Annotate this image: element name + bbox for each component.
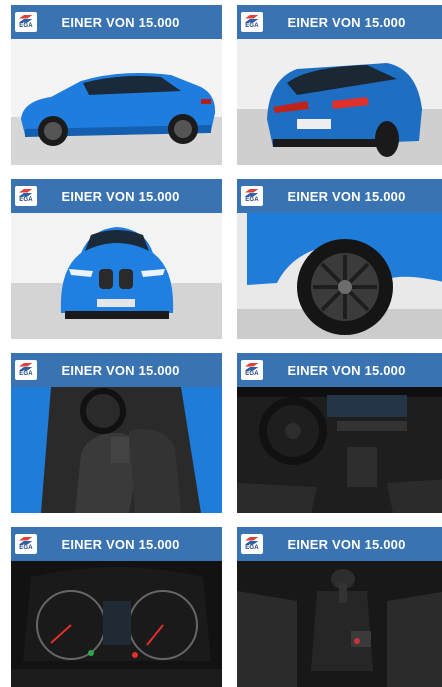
banner-text: EINER VON 15.000 (287, 362, 406, 378)
car-side-view-photo (11, 39, 222, 165)
interior-driver-seat-photo (11, 387, 222, 513)
gallery-tile-7[interactable]: EGA EINER VON 15.000 (11, 527, 222, 687)
instrument-cluster-photo (11, 561, 222, 687)
ega-logo-icon: EGA (241, 186, 263, 206)
gallery-tile-2[interactable]: EGA EINER VON 15.000 (237, 5, 442, 165)
ega-logo-icon: EGA (241, 534, 263, 554)
gallery-tile-3[interactable]: EGA EINER VON 15.000 (11, 179, 222, 339)
tile-banner: EGA EINER VON 15.000 (11, 179, 222, 213)
banner-text: EINER VON 15.000 (287, 14, 406, 30)
image-gallery: EGA EINER VON 15.000 EGA EINER VON 15.00… (0, 0, 442, 687)
tile-banner: EGA EINER VON 15.000 (237, 527, 442, 561)
gallery-tile-4[interactable]: EGA EINER VON 15.000 (237, 179, 442, 339)
ega-logo-icon: EGA (15, 534, 37, 554)
dashboard-steering-wheel-photo (237, 387, 442, 513)
ega-logo-icon: EGA (15, 186, 37, 206)
ega-logo-icon: EGA (241, 360, 263, 380)
gallery-tile-5[interactable]: EGA EINER VON 15.000 (11, 353, 222, 513)
banner-text: EINER VON 15.000 (287, 188, 406, 204)
banner-text: EINER VON 15.000 (287, 536, 406, 552)
gallery-tile-6[interactable]: EGA EINER VON 15.000 (237, 353, 442, 513)
gallery-tile-1[interactable]: EGA EINER VON 15.000 (11, 5, 222, 165)
banner-text: EINER VON 15.000 (61, 188, 180, 204)
gallery-tile-8[interactable]: EGA EINER VON 15.000 (237, 527, 442, 687)
car-front-view-photo (11, 213, 222, 339)
tile-banner: EGA EINER VON 15.000 (11, 527, 222, 561)
ega-logo-icon: EGA (15, 360, 37, 380)
tile-banner: EGA EINER VON 15.000 (237, 5, 442, 39)
tile-banner: EGA EINER VON 15.000 (11, 5, 222, 39)
gear-shifter-photo (237, 561, 442, 687)
wheel-closeup-photo (237, 213, 442, 339)
ega-logo-icon: EGA (15, 12, 37, 32)
car-rear-view-photo (237, 39, 442, 165)
banner-text: EINER VON 15.000 (61, 362, 180, 378)
banner-text: EINER VON 15.000 (61, 536, 180, 552)
ega-logo-icon: EGA (241, 12, 263, 32)
tile-banner: EGA EINER VON 15.000 (237, 179, 442, 213)
tile-banner: EGA EINER VON 15.000 (11, 353, 222, 387)
banner-text: EINER VON 15.000 (61, 14, 180, 30)
tile-banner: EGA EINER VON 15.000 (237, 353, 442, 387)
